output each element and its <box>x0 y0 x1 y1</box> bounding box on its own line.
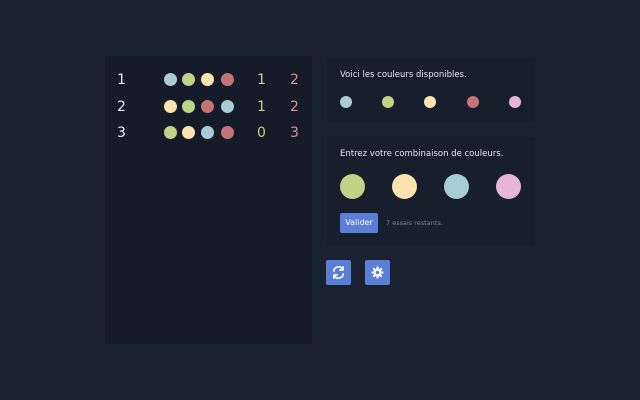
well-placed-count: 1 <box>257 72 266 88</box>
color-swatch <box>382 96 394 108</box>
input-peg-slot-3[interactable] <box>444 174 469 199</box>
settings-button[interactable] <box>365 260 390 285</box>
mastermind-app: 1 1 2 2 1 2 3 0 3 Voici les couleurs dis… <box>0 0 640 400</box>
validate-button[interactable]: Valider <box>340 213 378 233</box>
attempt-number: 2 <box>117 99 126 115</box>
input-peg-slot-1[interactable] <box>340 174 365 199</box>
peg <box>182 73 195 86</box>
peg <box>201 100 214 113</box>
history-row: 3 0 3 <box>105 123 312 143</box>
history-row: 2 1 2 <box>105 97 312 117</box>
peg <box>164 73 177 86</box>
peg <box>182 126 195 139</box>
misplaced-count: 2 <box>290 99 299 115</box>
gear-icon <box>371 266 384 279</box>
input-peg-slot-4[interactable] <box>496 174 521 199</box>
well-placed-count: 0 <box>257 125 266 141</box>
color-swatch <box>424 96 436 108</box>
restart-button[interactable] <box>326 260 351 285</box>
misplaced-count: 2 <box>290 72 299 88</box>
misplaced-count: 3 <box>290 125 299 141</box>
refresh-icon <box>332 266 345 279</box>
available-colors-card: Voici les couleurs disponibles. <box>327 58 535 122</box>
combination-input-title: Entrez votre combinaison de couleurs. <box>340 149 504 159</box>
history-row: 1 1 2 <box>105 70 312 90</box>
peg <box>221 126 234 139</box>
peg <box>182 100 195 113</box>
remaining-tries-text: 7 essais restants. <box>386 219 443 227</box>
peg <box>221 100 234 113</box>
guess-history-panel: 1 1 2 2 1 2 3 0 3 <box>105 56 312 344</box>
peg <box>201 73 214 86</box>
available-colors-title: Voici les couleurs disponibles. <box>340 70 467 80</box>
color-swatch <box>467 96 479 108</box>
input-peg-slot-2[interactable] <box>392 174 417 199</box>
attempt-number: 3 <box>117 125 126 141</box>
peg <box>221 73 234 86</box>
well-placed-count: 1 <box>257 99 266 115</box>
attempt-number: 1 <box>117 72 126 88</box>
color-swatch <box>509 96 521 108</box>
color-swatch <box>340 96 352 108</box>
peg <box>201 126 214 139</box>
peg <box>164 100 177 113</box>
combination-input-card: Entrez votre combinaison de couleurs. Va… <box>327 137 535 245</box>
peg <box>164 126 177 139</box>
